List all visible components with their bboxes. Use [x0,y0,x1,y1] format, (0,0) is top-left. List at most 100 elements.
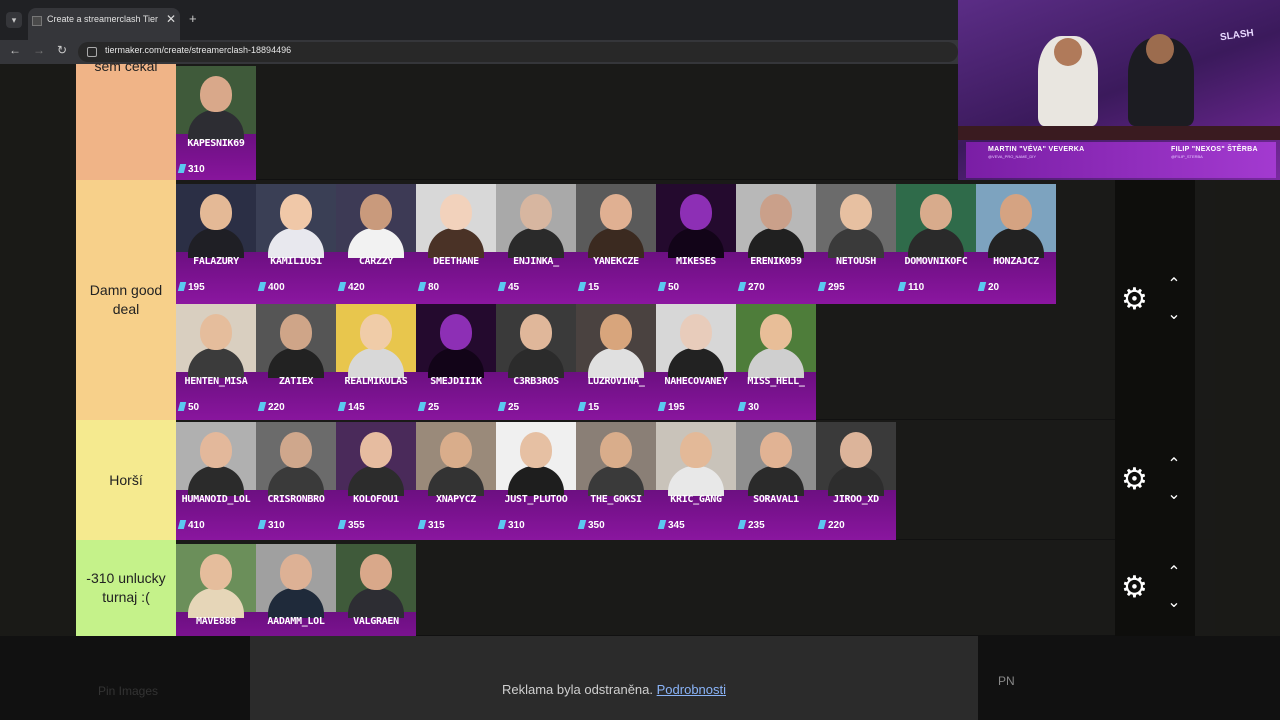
streamer-card[interactable]: NETOUSH 295 [816,184,896,304]
streamer-card[interactable]: C3RB3ROS 25 [496,304,576,424]
chevron-up-icon[interactable]: ⌃ [1163,558,1185,588]
gem-icon [577,282,587,291]
streamer-card[interactable]: REALMIKULAS 145 [336,304,416,424]
streamer-photo-body [668,466,724,496]
streamer-card[interactable]: ZATIEX 220 [256,304,336,424]
streamer-photo-face [200,76,232,112]
streamer-photo [176,304,256,378]
score-value: 400 [268,282,285,293]
host-right-handle: @FILIP_STERBA [1171,154,1203,159]
browser-tab[interactable]: Create a streamerclash Tier List ✕ [28,8,180,40]
pin-images-link[interactable]: Pin Images [98,684,158,698]
streamer-card[interactable]: ERENIK059 270 [736,184,816,304]
streamer-card[interactable]: CRISRONBRO 310 [256,422,336,542]
streamer-photo-body [348,466,404,496]
gem-icon [337,520,347,529]
tier-controls: ⚙ ⌃ ⌄ [1115,420,1195,540]
streamer-photo-face [440,194,472,230]
streamer-photo-face [840,194,872,230]
streamer-card[interactable]: KOLOFOU1 355 [336,422,416,542]
gear-icon[interactable]: ⚙ [1121,573,1148,603]
streamer-card[interactable]: DOMOVNIKOFC 110 [896,184,976,304]
tier-row: -310 unlucky turnaj :(MAVE888 AADAMM_LOL V… [76,540,1215,664]
streamer-card[interactable]: SORAVAL1 235 [736,422,816,542]
streamer-card[interactable]: HENTEN_MISA 50 [176,304,256,424]
forward-icon[interactable]: → [33,43,45,57]
streamer-photo-body [508,228,564,258]
back-icon[interactable]: ← [9,43,21,57]
tier-label[interactable]: Damn good deal [76,180,176,420]
streamer-score: 310 [177,164,205,175]
tier-items-area[interactable]: HUMANOID_LOL 410 CRISRONBRO 310 KOLOFOU1 355 X… [176,420,1215,542]
score-value: 30 [748,402,760,413]
site-info-icon[interactable] [87,47,97,57]
tab-search-button[interactable]: ▾ [6,12,22,28]
streamer-card[interactable]: ENJINKA_ 45 [496,184,576,304]
streamer-card[interactable]: LUZROVINA_ 15 [576,304,656,424]
streamer-photo-body [508,466,564,496]
streamer-card[interactable]: JUST_PLUTOO 310 [496,422,576,542]
streamer-score: 420 [337,282,365,293]
streamer-photo-face [360,554,392,590]
gem-icon [257,402,267,411]
streamer-card[interactable]: HONZAJCZ 20 [976,184,1056,304]
streamer-card[interactable]: THE_GOKSI 350 [576,422,656,542]
streamer-card[interactable]: XNAPYCZ 315 [416,422,496,542]
chevron-down-icon[interactable]: ⌄ [1163,480,1185,510]
tier-items-area[interactable]: FALAZURY 195 KAMILIUS1 400 CARZZY 420 DEETHANE… [176,180,1215,424]
score-value: 315 [428,520,445,531]
streamer-photo-face [760,314,792,350]
score-value: 50 [668,282,680,293]
streamer-photo [176,184,256,258]
streamer-card[interactable]: KRIC_GANG 345 [656,422,736,542]
streamer-photo-body [188,228,244,258]
streamer-card[interactable]: SMEJDIIIK 25 [416,304,496,424]
tier-label[interactable]: Horší [76,420,176,540]
streamer-card[interactable]: YANEKCZE 15 [576,184,656,304]
stream-webcam-overlay: SLASH MARTIN "VÉVA" VEVERKA @VEVA_PRO_NA… [958,0,1280,180]
streamer-card[interactable]: JIROO_XD 220 [816,422,896,542]
streamer-photo-face [200,314,232,350]
gear-icon[interactable]: ⚙ [1121,465,1148,495]
streamer-photo-body [668,348,724,378]
streamer-photo-body [748,466,804,496]
streamer-left-head [1054,38,1082,66]
streamer-card[interactable]: CARZZY 420 [336,184,416,304]
streamer-card[interactable]: MIKESES 50 [656,184,736,304]
streamer-photo-body [428,228,484,258]
new-tab-button[interactable]: + [189,11,197,26]
streamer-card[interactable]: NAHECOVANEY 195 [656,304,736,424]
reload-icon[interactable]: ↻ [57,43,67,57]
chevron-up-icon[interactable]: ⌃ [1163,270,1185,300]
streamer-card[interactable]: MISS_HELL_ 30 [736,304,816,424]
tab-close-icon[interactable]: ✕ [166,12,176,26]
streamer-photo-face [760,432,792,468]
streamer-card[interactable]: DEETHANE 80 [416,184,496,304]
gem-icon [497,402,507,411]
score-value: 110 [908,282,925,293]
streamer-card[interactable]: KAMILIUS1 400 [256,184,336,304]
tier-controls: ⚙ ⌃ ⌄ [1115,540,1195,636]
streamer-score: 310 [257,520,285,531]
streamer-card[interactable]: HUMANOID_LOL 410 [176,422,256,542]
tier-label[interactable]: sem cekal [76,58,176,180]
streamer-card[interactable]: KAPESNIK69 310 [176,66,256,186]
streamer-photo [816,184,896,258]
gear-icon[interactable]: ⚙ [1121,285,1148,315]
url-text[interactable]: tiermaker.com/create/streamerclash-18894… [105,45,291,55]
streamer-score: 30 [737,402,760,413]
streamer-photo [336,184,416,258]
tier-items-area[interactable]: MAVE888 AADAMM_LOL VALGRAEN [176,540,1215,664]
overlay-brand: SLASH [1219,27,1255,44]
gem-icon [657,282,667,291]
streamer-photo-face [920,194,952,230]
chevron-up-icon[interactable]: ⌃ [1163,450,1185,480]
streamer-photo-face [600,432,632,468]
streamer-card[interactable]: FALAZURY 195 [176,184,256,304]
ad-details-link[interactable]: Podrobnosti [657,682,726,697]
address-bar[interactable]: tiermaker.com/create/streamerclash-18894… [78,42,958,62]
chevron-down-icon[interactable]: ⌄ [1163,300,1185,330]
chevron-down-icon[interactable]: ⌄ [1163,588,1185,618]
gem-icon [577,402,587,411]
tier-label[interactable]: -310 unlucky turnaj :( [76,540,176,636]
